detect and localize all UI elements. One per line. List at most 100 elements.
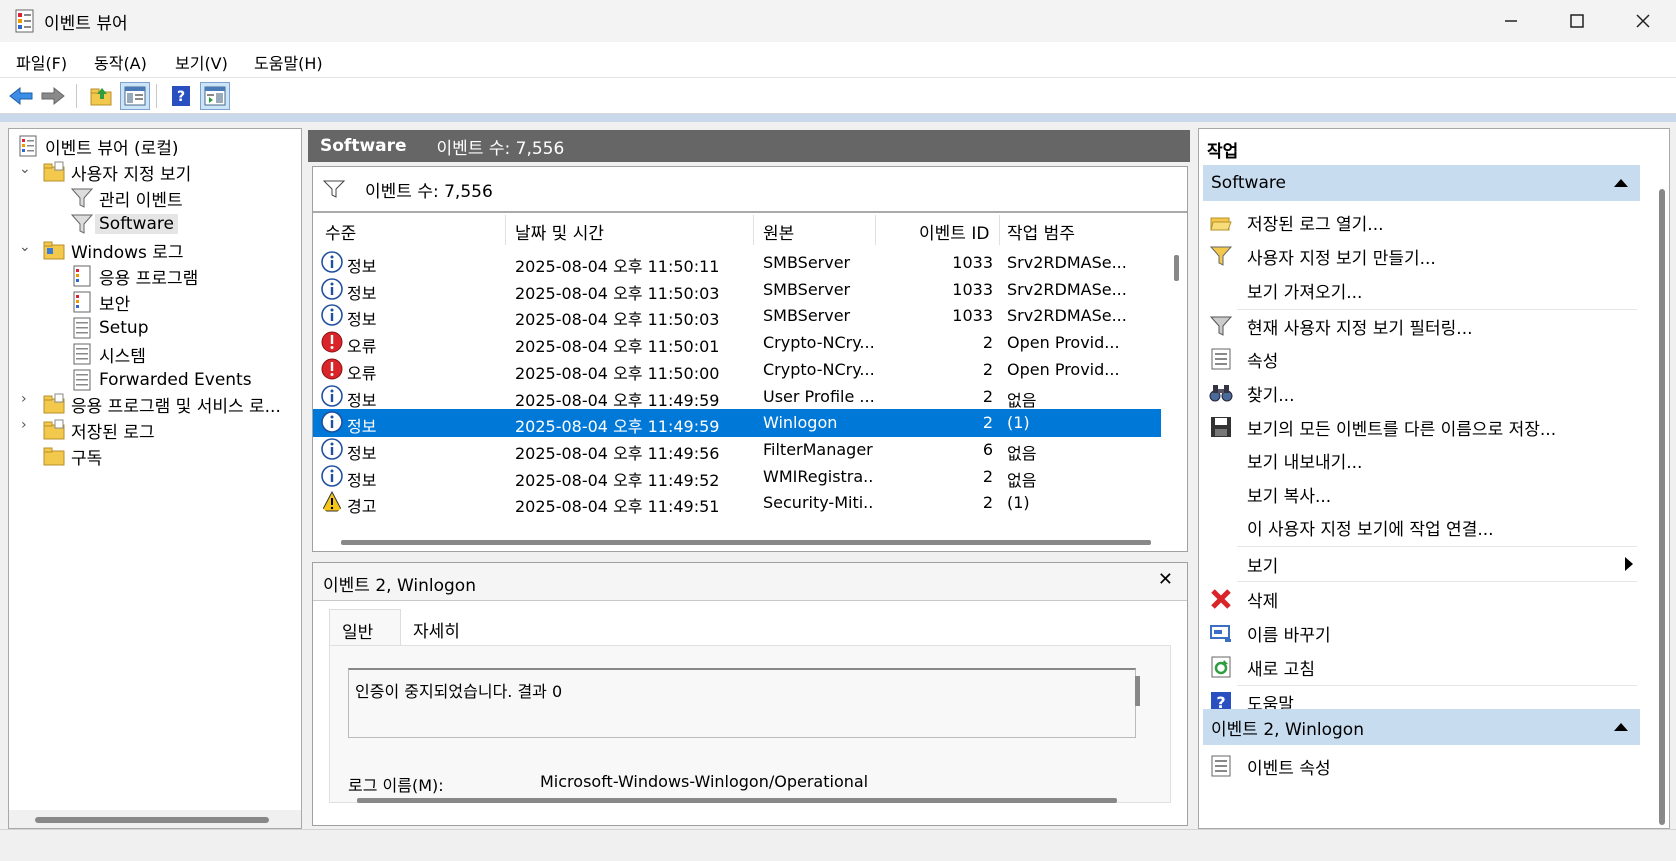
column-header-category[interactable]: 작업 범주 <box>1007 219 1075 244</box>
table-row[interactable]: 경고 2025-08-04 오후 11:49:51 Security-Miti...… <box>313 489 1161 517</box>
close-button[interactable] <box>1610 0 1676 42</box>
table-row[interactable]: 정보 2025-08-04 오후 11:50:11 SMBServer 1033 Srv… <box>313 249 1161 277</box>
actions-section-software[interactable]: Software <box>1203 165 1640 201</box>
chevron-right-icon[interactable]: › <box>21 391 27 407</box>
folder-icon <box>43 241 65 260</box>
tree-item-software[interactable]: Software <box>71 211 178 237</box>
title-bar: 이벤트 뷰어 <box>0 0 1676 42</box>
table-row[interactable]: 정보 2025-08-04 오후 11:49:59 User Profile ...… <box>313 383 1161 411</box>
tree-label: 저장된 로그 <box>71 422 155 443</box>
tree-item-windows-logs[interactable]: Windows 로그 <box>43 237 184 263</box>
open-folder-icon <box>1210 217 1232 231</box>
collapse-icon[interactable] <box>1614 723 1628 731</box>
action-find[interactable]: 찾기... <box>1209 376 1637 410</box>
action-refresh[interactable]: 새로 고침 <box>1209 650 1637 684</box>
action-label: 이 사용자 지정 보기에 작업 연결... <box>1247 519 1494 540</box>
actions-section-event[interactable]: 이벤트 2, Winlogon <box>1203 709 1640 745</box>
section-title: 이벤트 2, Winlogon <box>1211 719 1364 740</box>
grid-horizontal-scrollbar[interactable] <box>341 540 1151 545</box>
column-divider[interactable] <box>753 215 754 245</box>
tree-item-custom-views[interactable]: 사용자 지정 보기 <box>43 159 191 185</box>
column-divider[interactable] <box>875 215 876 245</box>
info-icon <box>321 438 343 460</box>
action-create-custom-view[interactable]: 사용자 지정 보기 만들기... <box>1209 239 1637 273</box>
menu-view[interactable]: 보기(V) <box>175 50 228 74</box>
tree-item-root[interactable]: 이벤트 뷰어 (로컬) <box>17 133 179 159</box>
menu-help[interactable]: 도움말(H) <box>254 50 323 74</box>
console-tree: 이벤트 뷰어 (로컬) ⌄ 사용자 지정 보기 관리 이벤트 Software … <box>8 128 302 829</box>
scrollbar-thumb[interactable] <box>35 817 269 823</box>
tree-label: 관리 이벤트 <box>99 190 183 211</box>
column-header-source[interactable]: 원본 <box>763 219 794 244</box>
column-header-level[interactable]: 수준 <box>325 219 356 244</box>
menu-action[interactable]: 동작(A) <box>94 50 147 74</box>
table-row[interactable]: 정보 2025-08-04 오후 11:49:52 WMIRegistra... 2 없… <box>313 463 1161 491</box>
detail-vertical-scrollbar[interactable] <box>1135 676 1140 706</box>
detail-horizontal-scrollbar[interactable] <box>357 798 1117 803</box>
tree-item-admin-events[interactable]: 관리 이벤트 <box>71 185 183 211</box>
tab-general[interactable]: 일반 <box>329 609 401 645</box>
up-level-button[interactable] <box>86 82 116 110</box>
action-event-properties[interactable]: 이벤트 속성 <box>1209 749 1637 783</box>
tree-item-app-services[interactable]: 응용 프로그램 및 서비스 로... <box>43 391 281 417</box>
menu-file[interactable]: 파일(F) <box>16 50 67 74</box>
tree-item-forwarded-events[interactable]: Forwarded Events <box>71 367 252 393</box>
action-attach-task[interactable]: 이 사용자 지정 보기에 작업 연결... <box>1209 510 1637 544</box>
maximize-button[interactable] <box>1544 0 1610 42</box>
action-rename[interactable]: 이름 바꾸기 <box>1209 616 1637 650</box>
table-row[interactable]: 오류 2025-08-04 오후 11:50:01 Crypto-NCry... 2 O… <box>313 329 1161 357</box>
minimize-button[interactable] <box>1478 0 1544 42</box>
tree-label: 이벤트 뷰어 (로컬) <box>45 138 179 159</box>
table-row[interactable]: 오류 2025-08-04 오후 11:50:00 Crypto-NCry... 2 O… <box>313 356 1161 384</box>
actions-vertical-scrollbar[interactable] <box>1659 189 1665 825</box>
tree-item-setup[interactable]: Setup <box>71 315 148 341</box>
log-name-label: 로그 이름(M): <box>348 776 444 795</box>
action-delete[interactable]: 삭제 <box>1209 582 1637 616</box>
column-header-event-id[interactable]: 이벤트 ID <box>919 219 989 244</box>
tree-label: 보안 <box>99 294 131 315</box>
table-row[interactable]: 정보 2025-08-04 오후 11:50:03 SMBServer 1033 Srv… <box>313 276 1161 304</box>
table-row[interactable]: 정보 2025-08-04 오후 11:49:59 Winlogon 2 (1) <box>313 409 1161 438</box>
tree-item-application[interactable]: 응용 프로그램 <box>71 263 198 289</box>
action-export-view[interactable]: 보기 내보내기... <box>1209 443 1637 477</box>
cell-level: 정보 <box>347 417 377 437</box>
action-save-all-events[interactable]: 보기의 모든 이벤트를 다른 이름으로 저장... <box>1209 410 1637 444</box>
chevron-right-icon[interactable]: › <box>21 417 27 433</box>
refresh-icon <box>1211 656 1231 678</box>
event-count: 이벤트 수: 7,556 <box>436 138 565 159</box>
tab-details[interactable]: 자세히 <box>401 609 483 645</box>
tree-item-system[interactable]: 시스템 <box>71 341 146 367</box>
action-import-view[interactable]: 보기 가져오기... <box>1209 273 1637 307</box>
action-copy-view[interactable]: 보기 복사... <box>1209 477 1637 511</box>
folder-icon <box>43 419 65 440</box>
forward-button[interactable] <box>38 82 68 110</box>
column-divider[interactable] <box>999 215 1000 245</box>
tree-label: Software <box>95 214 178 234</box>
tree-item-security[interactable]: 보안 <box>71 289 130 315</box>
tree-item-saved-logs[interactable]: 저장된 로그 <box>43 417 155 443</box>
action-open-saved-log[interactable]: 저장된 로그 열기... <box>1209 205 1637 239</box>
grid-vertical-scrollbar[interactable] <box>1174 255 1179 281</box>
column-header-datetime[interactable]: 날짜 및 시간 <box>515 219 604 244</box>
event-description[interactable]: 인증이 중지되었습니다. 결과 0 <box>348 668 1136 738</box>
table-row[interactable]: 정보 2025-08-04 오후 11:50:03 SMBServer 1033 Srv… <box>313 302 1161 330</box>
detail-close-button[interactable]: ✕ <box>1158 569 1173 590</box>
column-divider[interactable] <box>505 215 506 245</box>
cell-event-id: 2 <box>982 333 993 353</box>
tree-item-subscriptions[interactable]: 구독 <box>43 443 102 469</box>
back-button[interactable] <box>6 82 36 110</box>
help-button[interactable]: ? <box>166 82 196 110</box>
table-row[interactable]: 정보 2025-08-04 오후 11:49:56 FilterManager 6 없음 <box>313 436 1161 464</box>
toolbar-separator <box>156 84 157 108</box>
action-filter-current-view[interactable]: 현재 사용자 지정 보기 필터링... <box>1209 309 1637 343</box>
chevron-down-icon[interactable]: ⌄ <box>19 239 31 255</box>
log-name-value: Microsoft-Windows-Winlogon/Operational <box>540 772 869 791</box>
collapse-icon[interactable] <box>1614 179 1628 187</box>
action-properties[interactable]: 속성 <box>1209 342 1637 376</box>
action-view-submenu[interactable]: 보기 <box>1209 547 1637 581</box>
show-hide-tree-button[interactable] <box>120 82 150 110</box>
chevron-down-icon[interactable]: ⌄ <box>19 161 31 177</box>
center-pane-header: Software 이벤트 수: 7,556 <box>308 130 1190 162</box>
show-hide-action-button[interactable] <box>200 82 230 110</box>
tree-horizontal-scrollbar[interactable] <box>9 810 301 828</box>
